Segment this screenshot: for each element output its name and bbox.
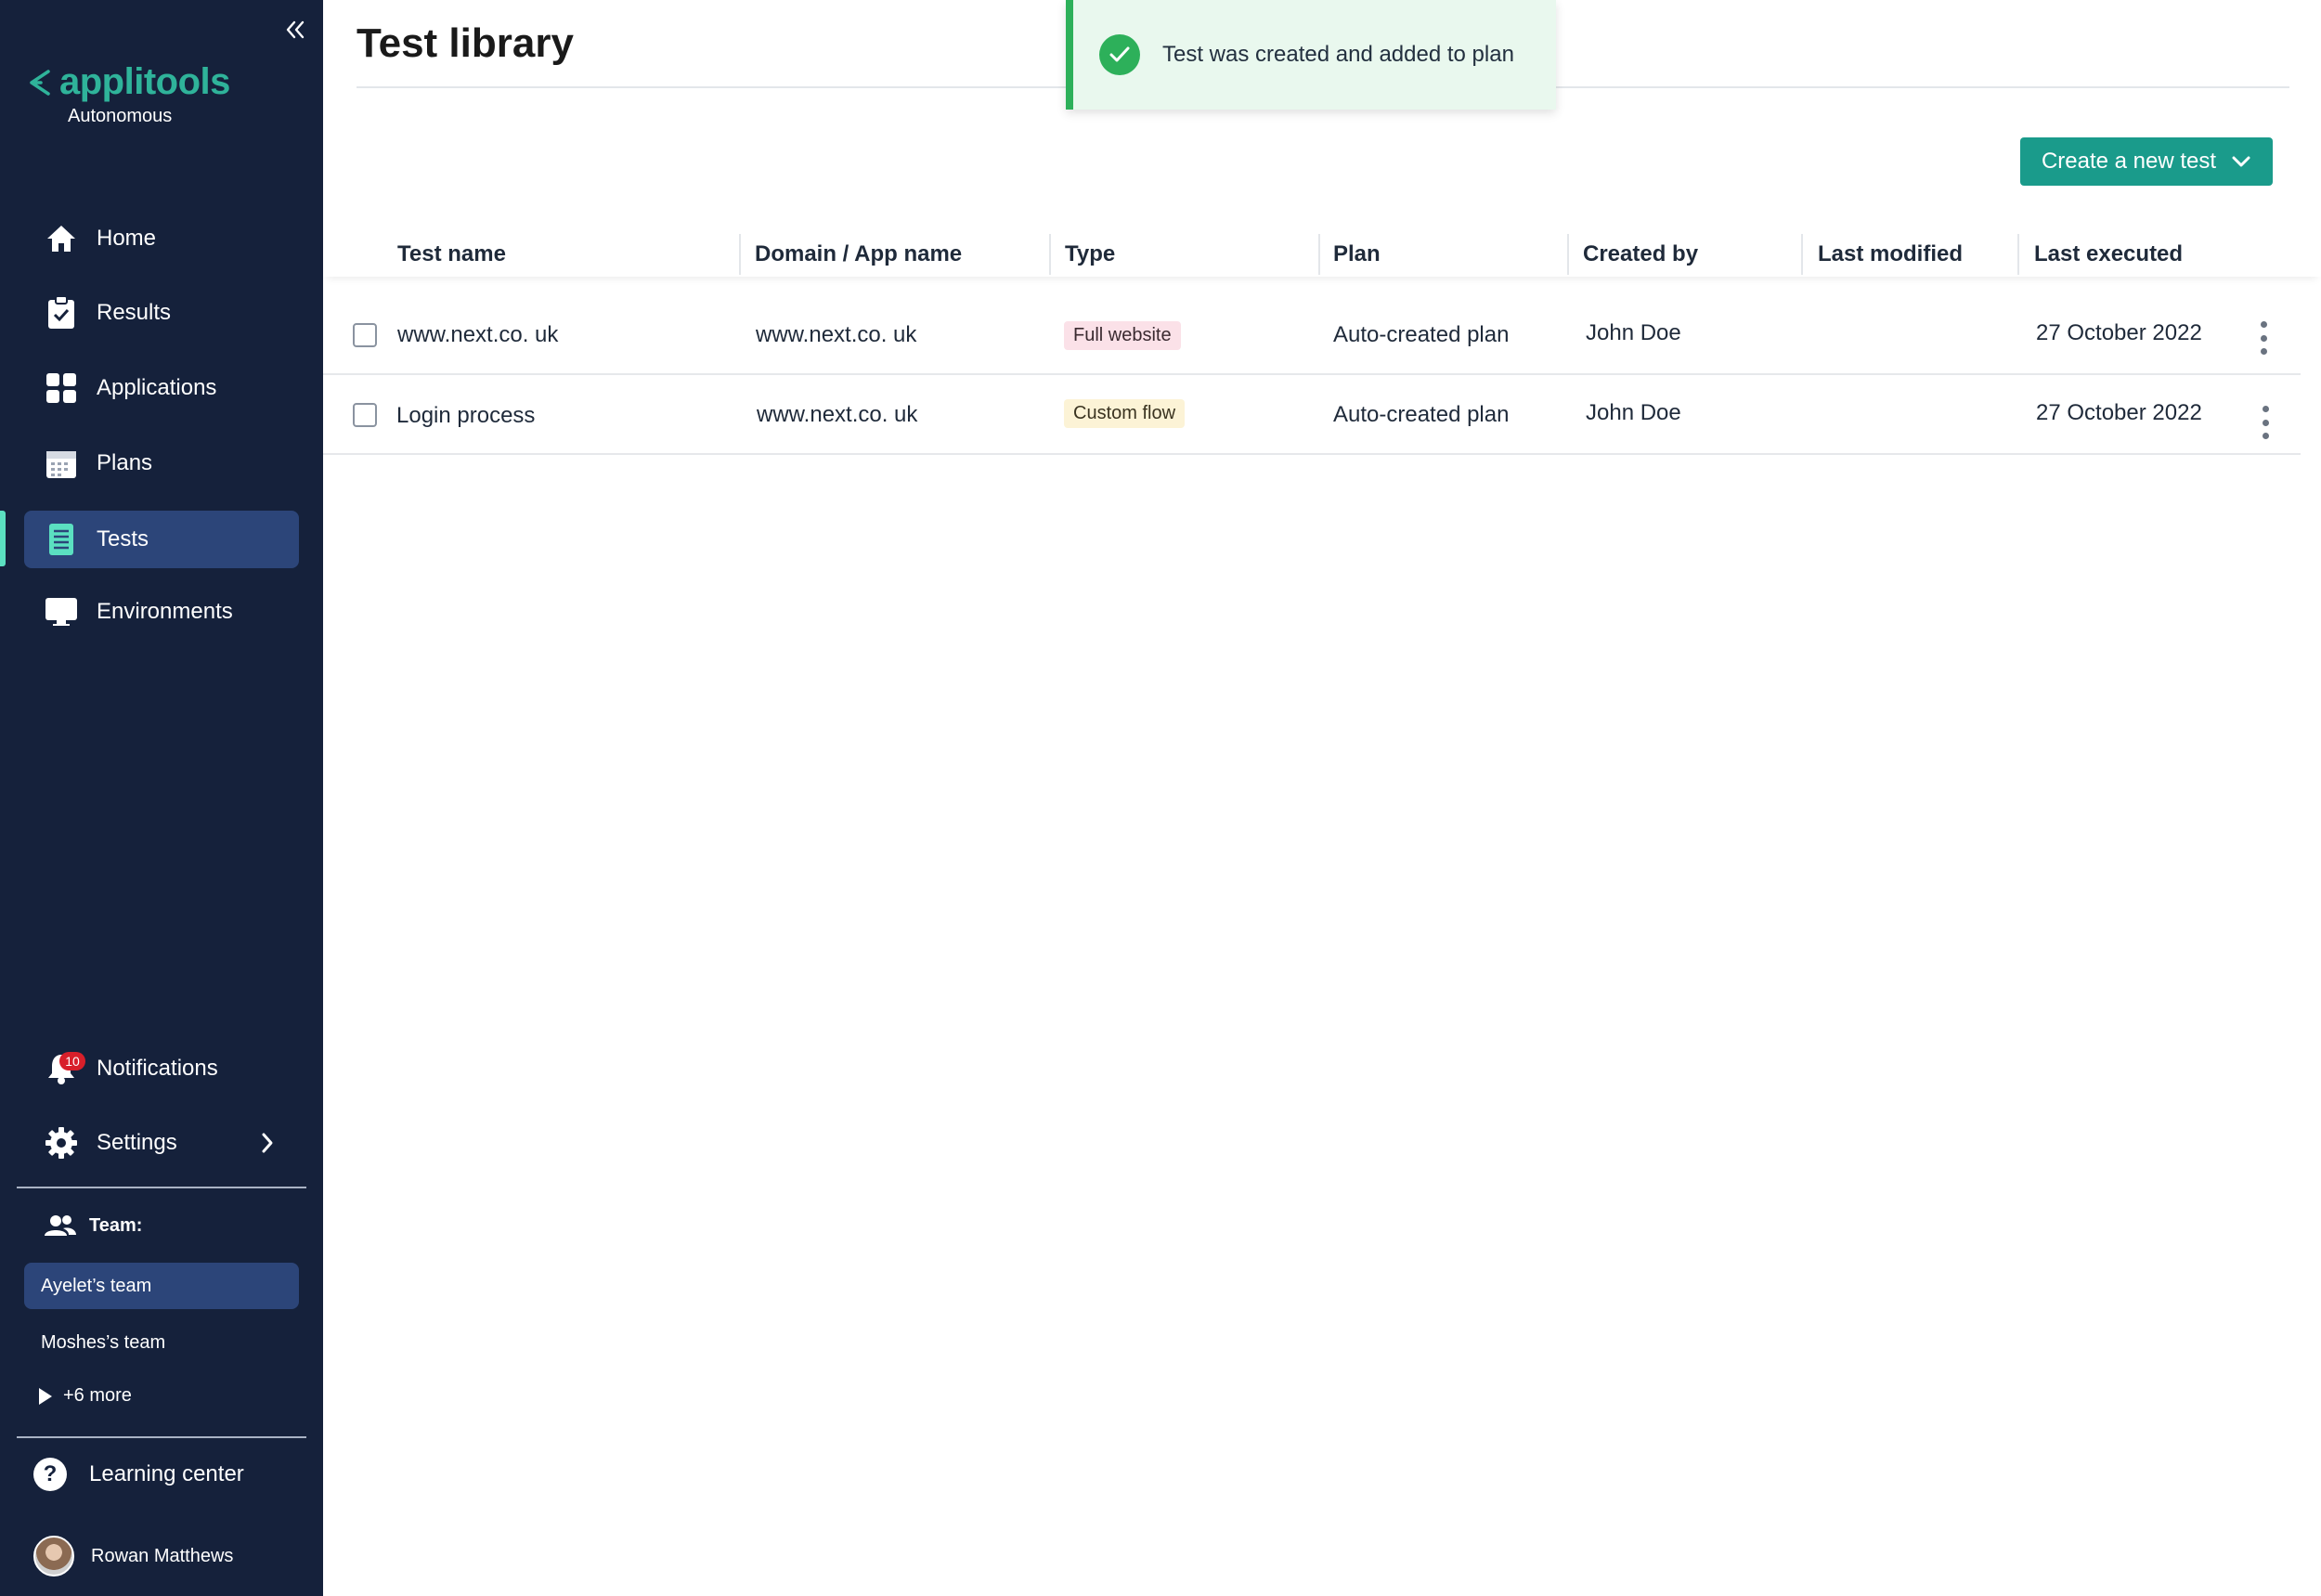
column-header-plan[interactable]: Plan: [1333, 241, 1381, 267]
row-actions-menu-icon[interactable]: [2256, 406, 2275, 439]
created-by-cell: John Doe: [1586, 320, 1681, 345]
clipboard-check-icon: [41, 292, 82, 333]
column-divider: [1318, 234, 1320, 275]
nav-label: Settings: [97, 1130, 177, 1155]
column-header-last-executed[interactable]: Last executed: [2034, 241, 2183, 267]
sidebar: applitools Autonomous Home Results Appli…: [0, 0, 323, 1596]
nav-label: Home: [97, 226, 157, 251]
chevron-down-icon: [2231, 155, 2251, 168]
toast-message: Test was created and added to plan: [1162, 42, 1514, 67]
help-icon: ?: [33, 1458, 67, 1491]
logo-wordmark: applitools: [59, 61, 230, 102]
sidebar-divider: [17, 1436, 306, 1438]
grid-icon: [41, 368, 82, 409]
main-content: Test library Test was created and added …: [323, 0, 2321, 1596]
calendar-icon: [41, 443, 82, 484]
nav-label: Notifications: [97, 1056, 218, 1081]
team-item-moshes[interactable]: Moshes’s team: [24, 1319, 299, 1366]
nav-label: Applications: [97, 375, 217, 400]
nav-item-home[interactable]: Home: [24, 210, 299, 267]
column-divider: [1567, 234, 1569, 275]
monitor-icon: [41, 591, 82, 632]
nav-item-results[interactable]: Results: [24, 284, 299, 342]
double-chevron-left-icon: [286, 20, 305, 39]
home-icon: [41, 218, 82, 259]
table-row[interactable]: Login process www.next.co. uk Custom flo…: [323, 375, 2301, 455]
test-name-cell[interactable]: Login process: [396, 403, 535, 429]
row-actions-menu-icon[interactable]: [2254, 321, 2273, 355]
more-teams-toggle[interactable]: +6 more: [39, 1385, 132, 1407]
column-divider: [2017, 234, 2019, 275]
column-header-created-by[interactable]: Created by: [1583, 241, 1698, 267]
nav-item-tests[interactable]: Tests: [24, 511, 299, 568]
triangle-right-icon: [39, 1387, 52, 1405]
sidebar-divider: [17, 1187, 306, 1188]
plan-cell: Auto-created plan: [1333, 322, 1510, 347]
learning-center-link[interactable]: ? Learning center: [33, 1458, 244, 1491]
column-header-last-modified[interactable]: Last modified: [1818, 241, 1963, 267]
applitools-mark-icon: [30, 69, 50, 96]
nav-item-settings[interactable]: Settings: [24, 1114, 299, 1172]
success-toast: Test was created and added to plan: [1066, 0, 1556, 110]
nav-label: Results: [97, 300, 172, 325]
test-name-cell[interactable]: www.next.co. uk: [397, 322, 558, 348]
row-checkbox[interactable]: [353, 403, 377, 427]
more-teams-label: +6 more: [63, 1385, 132, 1406]
create-new-test-button[interactable]: Create a new test: [2020, 137, 2273, 186]
notification-count-badge: 10: [59, 1052, 85, 1070]
gear-icon: [41, 1122, 82, 1163]
create-button-label: Create a new test: [2041, 149, 2217, 174]
type-tag: Custom flow: [1064, 399, 1186, 428]
column-header-test-name[interactable]: Test name: [397, 241, 506, 267]
nav-label: Plans: [97, 450, 153, 475]
user-profile[interactable]: Rowan Matthews: [33, 1536, 233, 1577]
created-by-cell: John Doe: [1586, 400, 1681, 425]
page-title: Test library: [357, 20, 574, 66]
nav-item-plans[interactable]: Plans: [24, 435, 299, 492]
chevron-right-icon: [262, 1133, 273, 1153]
user-name: Rowan Matthews: [91, 1545, 234, 1566]
column-header-type[interactable]: Type: [1065, 241, 1115, 267]
last-executed-cell: 27 October 2022: [2036, 320, 2202, 345]
plan-cell: Auto-created plan: [1333, 402, 1510, 427]
check-circle-icon: [1099, 34, 1140, 75]
team-header: Team:: [45, 1214, 142, 1237]
learning-center-label: Learning center: [89, 1461, 244, 1486]
column-divider: [1049, 234, 1051, 275]
logo-subtitle: Autonomous: [68, 106, 173, 126]
type-tag: Full website: [1064, 321, 1181, 350]
row-checkbox[interactable]: [353, 323, 377, 347]
people-icon: [45, 1215, 76, 1236]
nav-item-applications[interactable]: Applications: [24, 359, 299, 417]
avatar: [33, 1536, 74, 1577]
team-item-ayelet[interactable]: Ayelet’s team: [24, 1263, 299, 1309]
domain-cell: www.next.co. uk: [756, 322, 917, 347]
column-header-domain[interactable]: Domain / App name: [755, 241, 962, 267]
domain-cell: www.next.co. uk: [757, 402, 918, 427]
nav-label: Environments: [97, 599, 233, 624]
table-header: Test name Domain / App name Type Plan Cr…: [323, 230, 2321, 277]
team-label: Team:: [89, 1214, 143, 1236]
column-divider: [1801, 234, 1803, 275]
collapse-sidebar-button[interactable]: [279, 13, 312, 46]
applitools-logo: applitools: [26, 61, 230, 103]
table-row[interactable]: www.next.co. uk www.next.co. uk Full web…: [323, 295, 2301, 375]
column-divider: [739, 234, 741, 275]
test-list-icon: [41, 519, 82, 560]
nav-item-environments[interactable]: Environments: [24, 583, 299, 641]
active-nav-marker: [0, 511, 6, 566]
nav-label: Tests: [97, 526, 149, 551]
last-executed-cell: 27 October 2022: [2036, 400, 2202, 425]
